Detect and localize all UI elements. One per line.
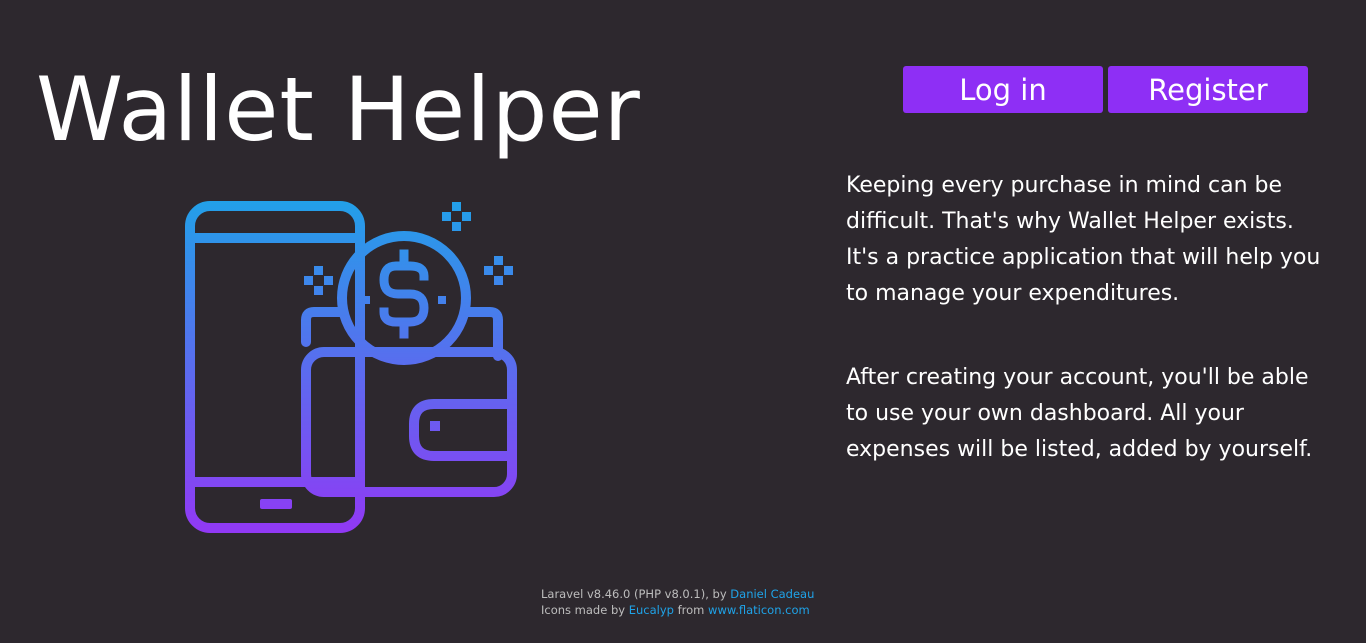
login-button[interactable]: Log in	[903, 66, 1103, 113]
footer-credits-line: Laravel v8.46.0 (PHP v8.0.1), by Daniel …	[541, 586, 814, 602]
description-paragraph-1: Keeping every purchase in mind can be di…	[846, 173, 1321, 306]
author-link[interactable]: Daniel Cadeau	[730, 587, 814, 601]
icons-author-link[interactable]: Eucalyp	[629, 603, 674, 617]
flaticon-link[interactable]: www.flaticon.com	[708, 603, 810, 617]
description-paragraph-2: After creating your account, you'll be a…	[846, 365, 1313, 462]
wallet-phone-dollar-icon	[174, 192, 526, 544]
description: Keeping every purchase in mind can be di…	[846, 168, 1326, 516]
footer: Laravel v8.46.0 (PHP v8.0.1), by Daniel …	[541, 586, 814, 618]
from-text: from	[673, 603, 709, 617]
page-title: Wallet Helper	[36, 58, 641, 161]
icons-text: Icons made by	[541, 603, 629, 617]
register-button[interactable]: Register	[1108, 66, 1308, 113]
auth-nav: Log in Register	[903, 66, 1308, 113]
footer-icons-line: Icons made by Eucalyp from www.flaticon.…	[541, 602, 814, 618]
framework-text: Laravel v8.46.0 (PHP v8.0.1), by	[541, 587, 731, 601]
